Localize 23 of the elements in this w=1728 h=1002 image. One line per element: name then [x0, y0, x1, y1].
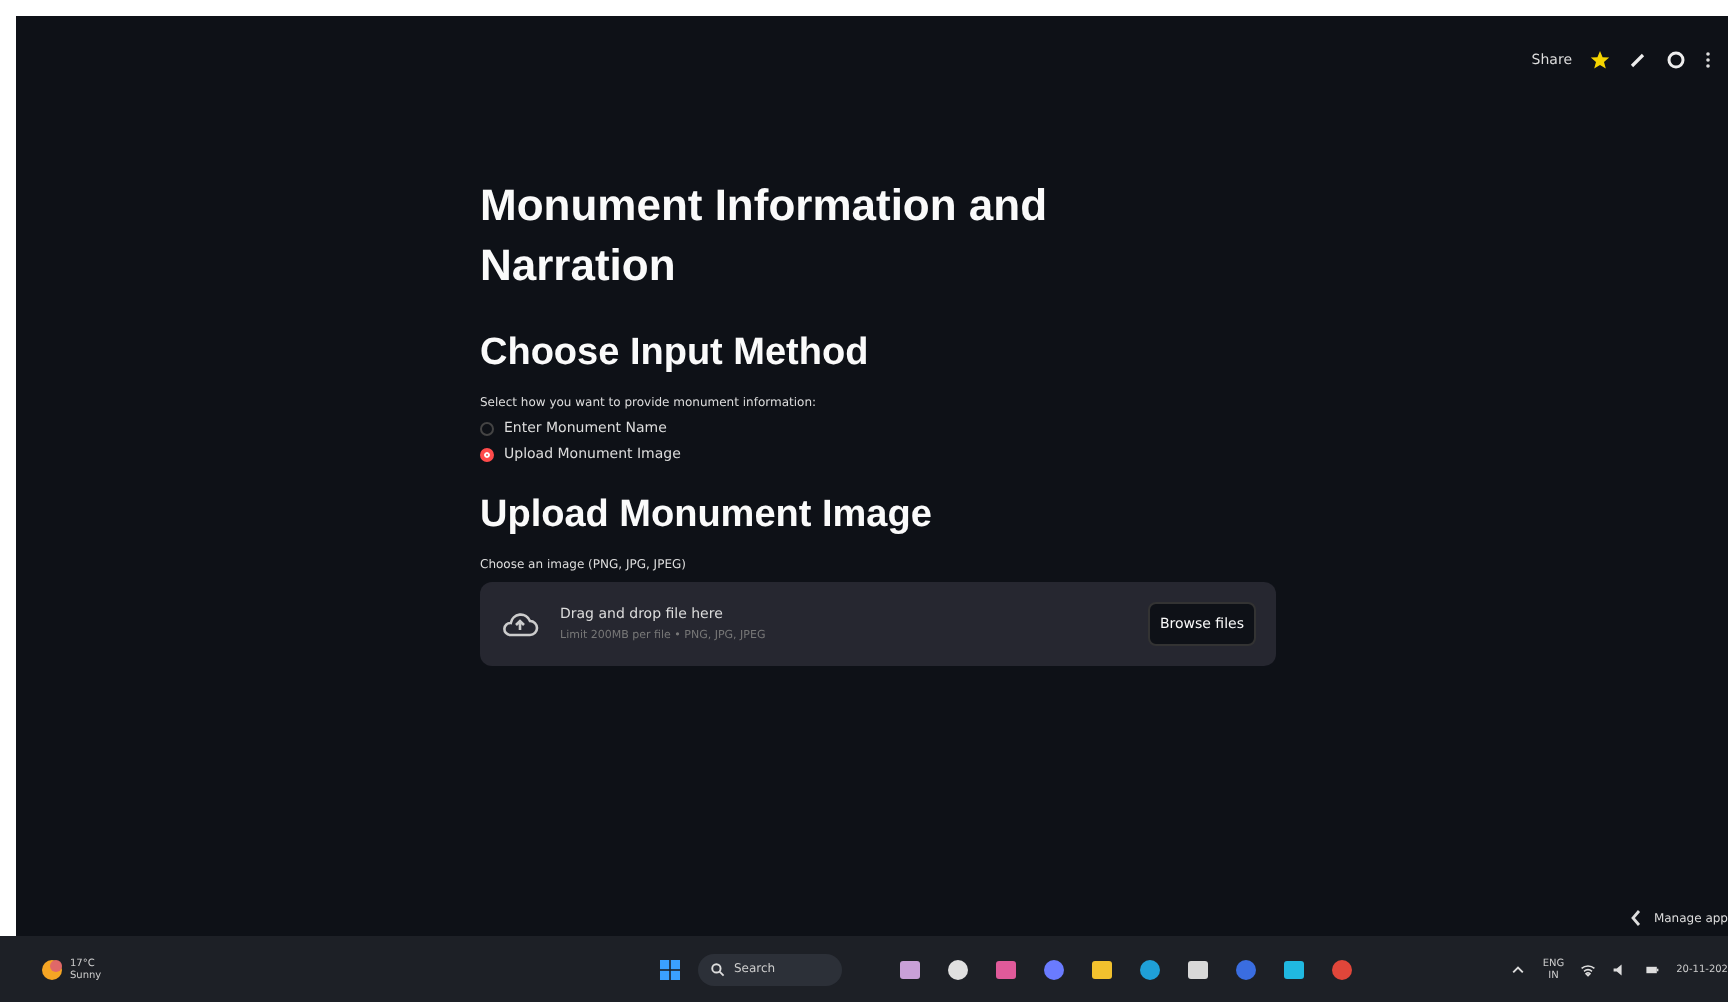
windows-icon[interactable]	[657, 957, 682, 981]
files-icon[interactable]	[897, 957, 922, 981]
section-heading: Choose Input Method	[480, 332, 869, 376]
menu-icon[interactable]	[1704, 50, 1712, 70]
folder-icon[interactable]	[1089, 957, 1114, 981]
app-icon[interactable]	[993, 957, 1018, 981]
browser-icon[interactable]	[1137, 957, 1162, 981]
app-icon[interactable]	[1233, 957, 1258, 981]
cloud-upload-icon	[500, 610, 540, 638]
page-title: Monument Information and Narration	[480, 178, 1050, 294]
star-icon[interactable]	[1590, 50, 1610, 70]
battery-icon[interactable]	[1644, 961, 1661, 977]
browser-icon[interactable]	[1329, 957, 1354, 981]
search-icon	[709, 961, 726, 977]
chevron-icon	[1629, 908, 1642, 928]
store-icon[interactable]	[1185, 957, 1210, 981]
wifi-icon[interactable]	[1580, 961, 1597, 977]
radio-button[interactable]	[480, 447, 494, 461]
chevron-up-icon[interactable]	[1510, 961, 1527, 977]
radio-button[interactable]	[480, 421, 494, 435]
section-heading: Upload Monument Image	[480, 494, 932, 538]
pencil-icon[interactable]	[1628, 50, 1648, 70]
sun-icon[interactable]	[40, 957, 64, 981]
